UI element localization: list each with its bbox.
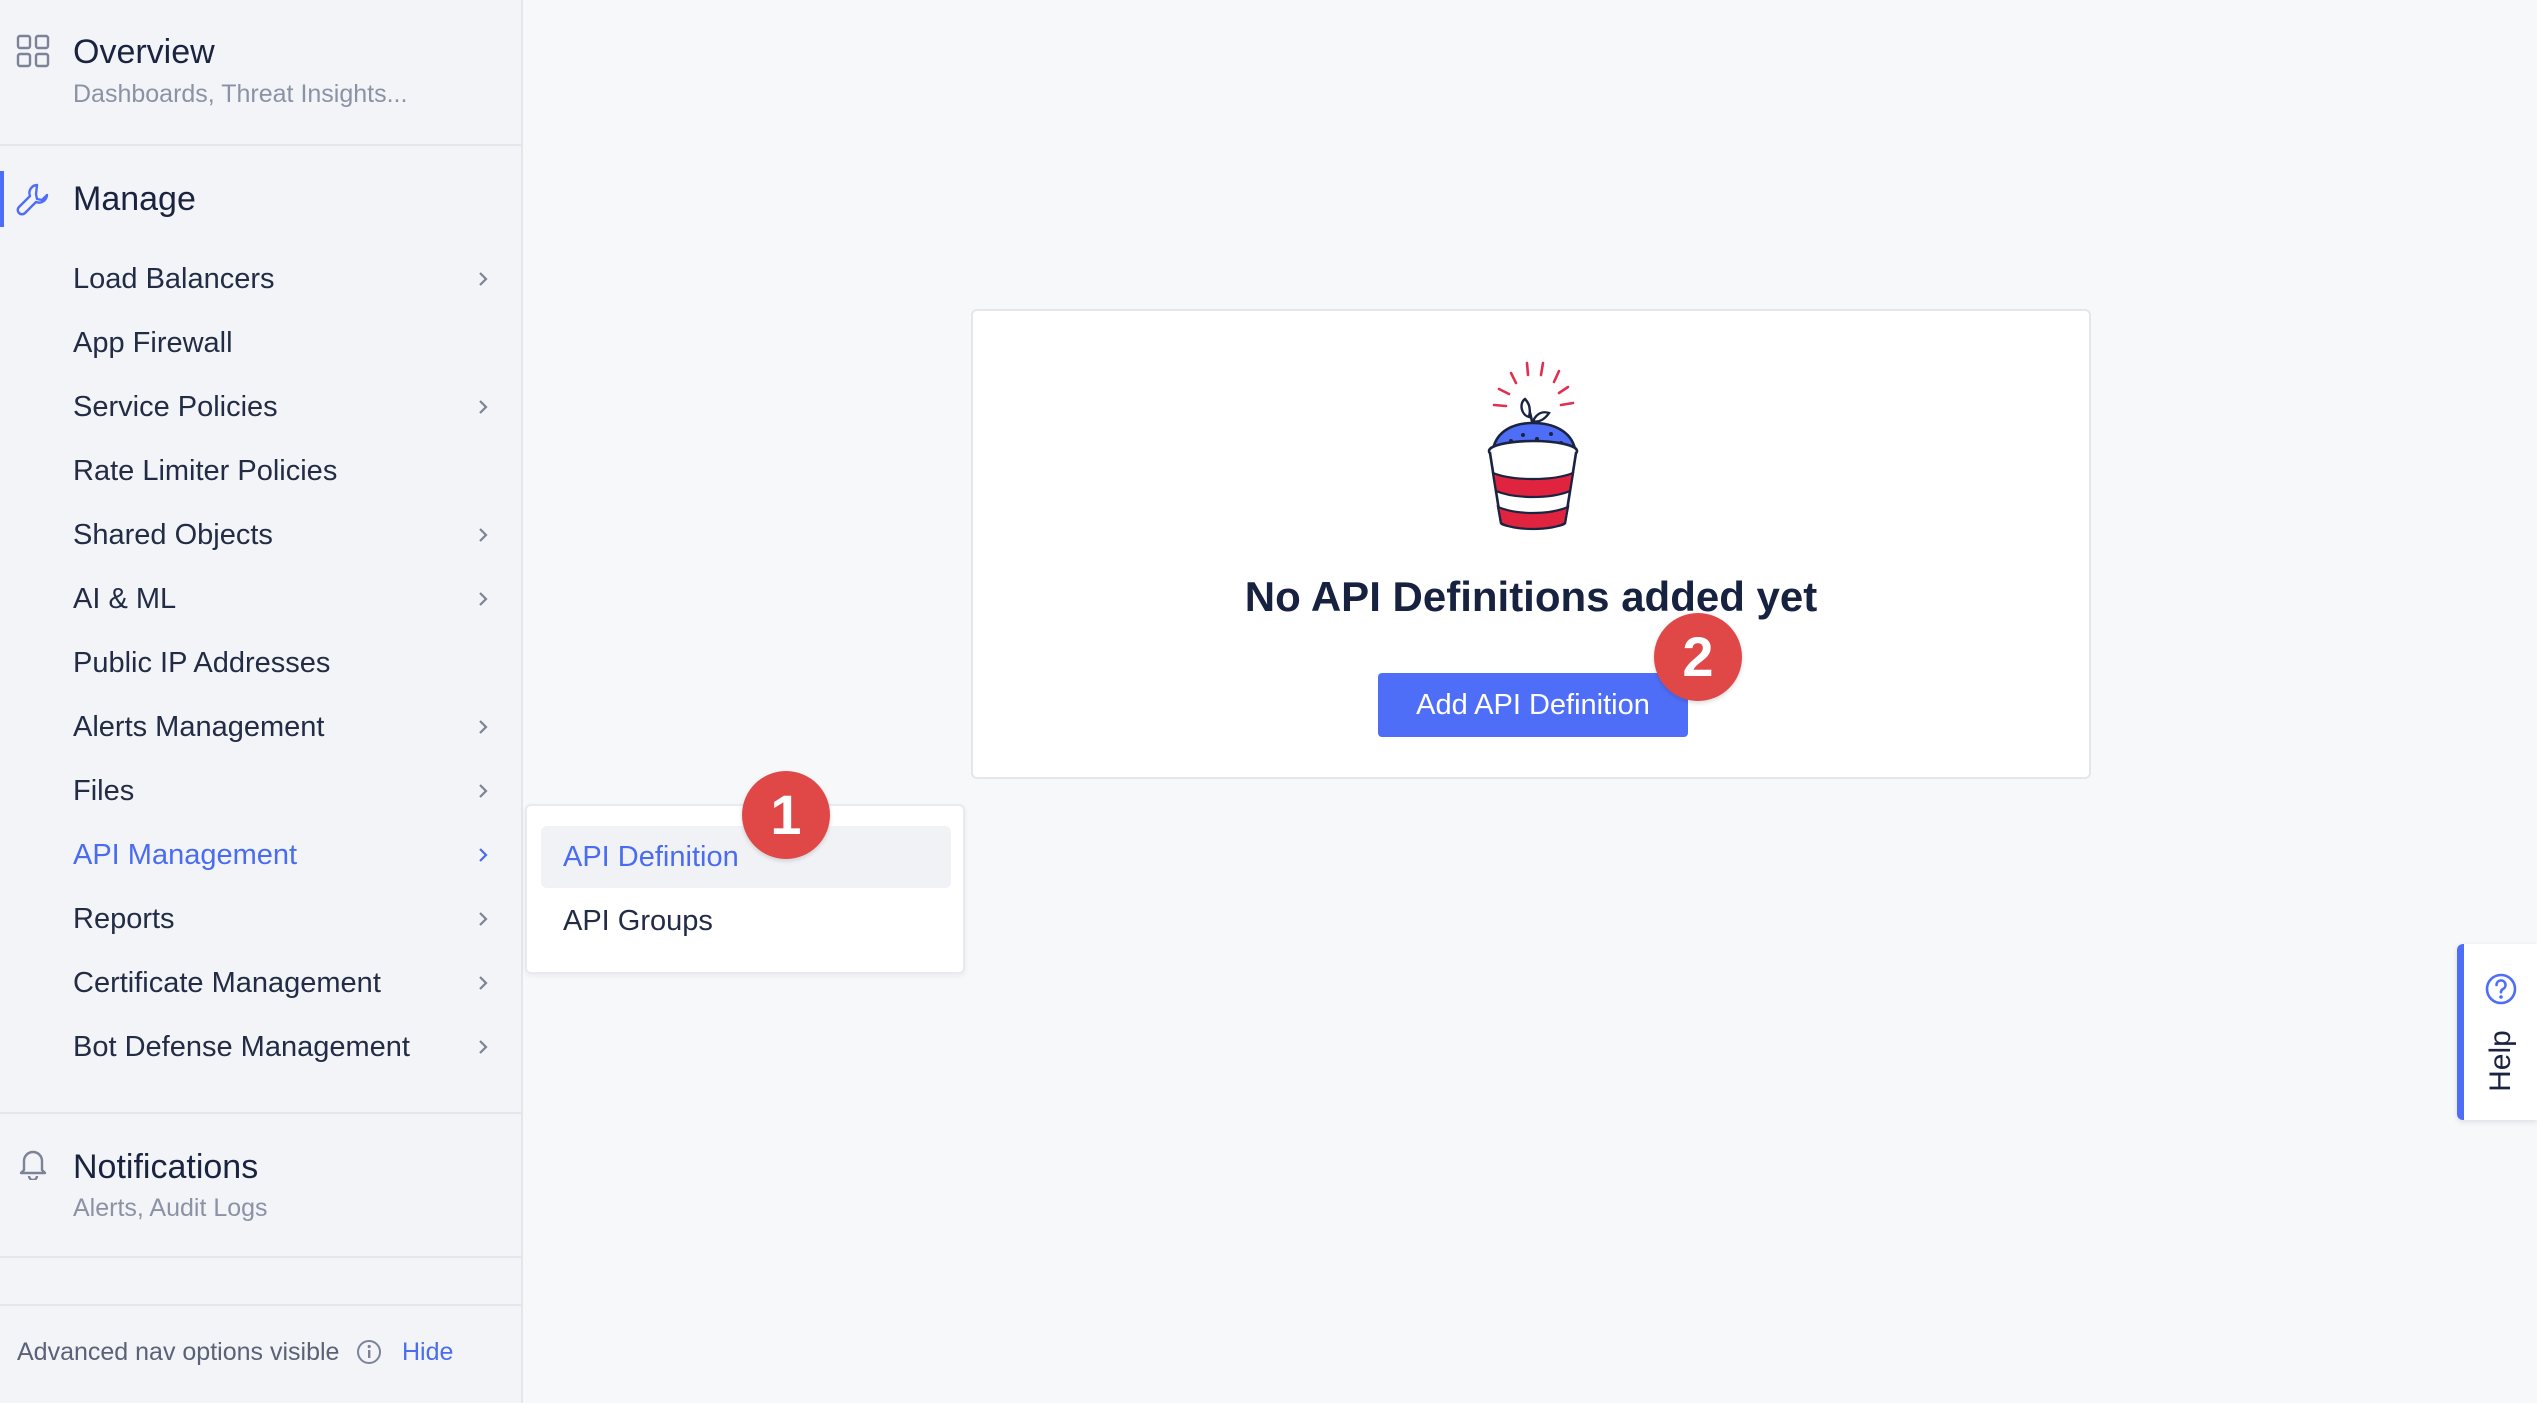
- empty-state-card: No API Definitions added yet Add API Def…: [971, 309, 2091, 779]
- chevron-right-icon: [479, 400, 488, 414]
- nav-item-alerts-management[interactable]: Alerts Management: [73, 699, 493, 755]
- overview-subtitle: Dashboards, Threat Insights...: [73, 80, 408, 108]
- info-icon[interactable]: [356, 1339, 382, 1365]
- nav-item-label: Alerts Management: [73, 711, 325, 743]
- nav-item-public-ip-addresses[interactable]: Public IP Addresses: [73, 635, 493, 691]
- nav-item-label: Public IP Addresses: [73, 647, 331, 679]
- nav-item-label: Shared Objects: [73, 519, 273, 551]
- submenu-item-api-groups[interactable]: API Groups: [541, 890, 951, 952]
- nav-item-certificate-management[interactable]: Certificate Management: [73, 955, 493, 1011]
- nav-item-label: Certificate Management: [73, 967, 381, 999]
- chevron-right-icon: [479, 1040, 488, 1054]
- nav-item-label: App Firewall: [73, 327, 233, 359]
- nav-section-overview[interactable]: Overview Dashboards, Threat Insights...: [0, 0, 521, 146]
- chevron-right-icon: [479, 976, 488, 990]
- nav-item-rate-limiter-policies[interactable]: Rate Limiter Policies: [73, 443, 493, 499]
- notifications-title: Notifications: [73, 1148, 259, 1186]
- wrench-icon: [16, 183, 49, 216]
- chevron-right-icon: [479, 784, 488, 798]
- help-tab[interactable]: Help: [2457, 944, 2537, 1120]
- chevron-right-icon: [479, 272, 488, 286]
- empty-state-title: No API Definitions added yet: [1244, 573, 1818, 620]
- nav-item-label: Service Policies: [73, 391, 278, 423]
- nav-item-label: Rate Limiter Policies: [73, 455, 338, 487]
- step-badge-2: 2: [1654, 613, 1742, 701]
- nav-item-ai-ml[interactable]: AI & ML: [73, 571, 493, 627]
- nav-section-notifications[interactable]: Notifications Alerts, Audit Logs: [0, 1112, 521, 1258]
- nav-item-files[interactable]: Files: [73, 763, 493, 819]
- grid-icon: [16, 34, 50, 68]
- nav-item-service-policies[interactable]: Service Policies: [73, 379, 493, 435]
- nav-item-label: AI & ML: [73, 583, 177, 615]
- hide-advanced-nav-link[interactable]: Hide: [402, 1338, 453, 1367]
- nav-item-label: Reports: [73, 903, 175, 935]
- bell-icon: [19, 1150, 47, 1180]
- chevron-right-icon: [479, 592, 488, 606]
- nav-item-label: API Management: [73, 839, 298, 871]
- overview-title: Overview: [73, 33, 215, 71]
- notifications-subtitle: Alerts, Audit Logs: [73, 1194, 268, 1222]
- nav-item-load-balancers[interactable]: Load Balancers: [73, 251, 493, 307]
- nav-section-manage: Manage Load Balancers App Firewall Servi…: [0, 146, 521, 1112]
- nav-item-label: Bot Defense Management: [73, 1031, 410, 1063]
- chevron-right-icon: [479, 528, 488, 542]
- sidebar: Overview Dashboards, Threat Insights... …: [0, 0, 523, 1403]
- nav-item-app-firewall[interactable]: App Firewall: [73, 315, 493, 371]
- manage-title[interactable]: Manage: [73, 180, 196, 219]
- nav-item-reports[interactable]: Reports: [73, 891, 493, 947]
- potted-sprout-illustration: [1487, 361, 1579, 531]
- active-section-indicator: [0, 171, 4, 227]
- step-badge-1: 1: [742, 771, 830, 859]
- chevron-right-icon: [479, 848, 488, 862]
- add-api-definition-button[interactable]: Add API Definition: [1378, 673, 1688, 737]
- advanced-nav-status: Advanced nav options visible: [17, 1338, 340, 1366]
- question-circle-icon: [2485, 973, 2517, 1005]
- chevron-right-icon: [479, 720, 488, 734]
- nav-item-api-management[interactable]: API Management: [73, 827, 493, 883]
- chevron-right-icon: [479, 912, 488, 926]
- nav-item-shared-objects[interactable]: Shared Objects: [73, 507, 493, 563]
- nav-item-label: Files: [73, 775, 135, 807]
- help-label: Help: [2484, 1030, 2517, 1092]
- nav-item-bot-defense-management[interactable]: Bot Defense Management: [73, 1019, 493, 1075]
- nav-item-label: Load Balancers: [73, 263, 275, 295]
